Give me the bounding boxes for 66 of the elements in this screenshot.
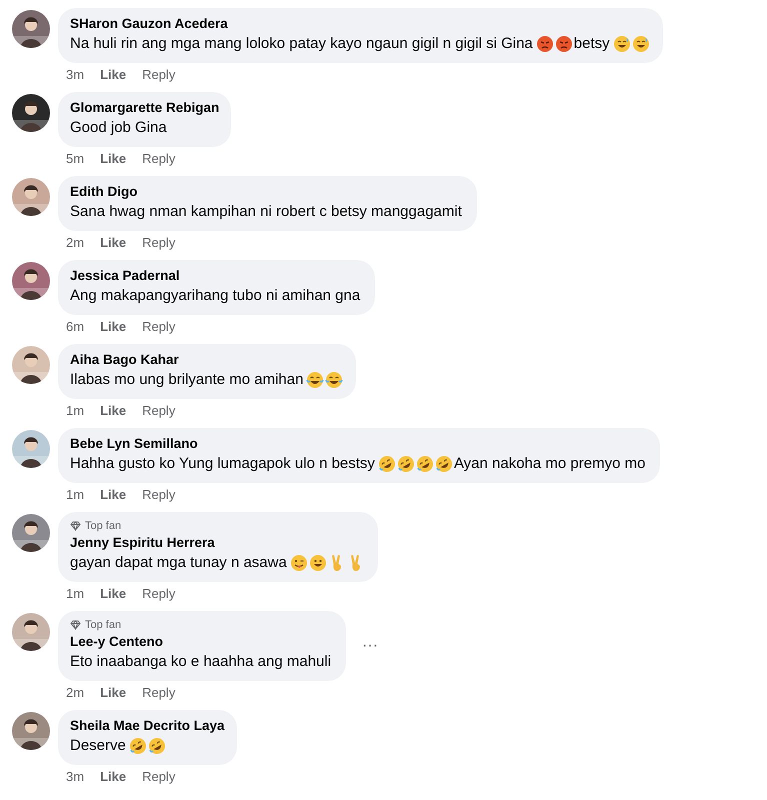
author-name[interactable]: SHaron Gauzon Acedera xyxy=(70,16,651,31)
comment-time: 3m xyxy=(66,769,84,784)
reply-link[interactable]: Reply xyxy=(142,235,176,250)
reply-link[interactable]: Reply xyxy=(142,487,176,502)
angry-face-icon xyxy=(554,35,573,53)
like-link[interactable]: Like xyxy=(100,403,126,418)
reply-link[interactable]: Reply xyxy=(142,685,176,700)
laughing-crying-icon xyxy=(325,371,344,389)
like-link[interactable]: Like xyxy=(100,769,126,784)
rolling-laughing-icon xyxy=(434,455,453,473)
comment-text: Ayan nakoha mo premyo mo xyxy=(454,454,646,474)
like-link[interactable]: Like xyxy=(100,235,126,250)
sweat-smile-icon xyxy=(612,35,631,53)
diamond-icon xyxy=(70,521,81,531)
comment-text: Hahha gusto ko Yung lumagapok ulo n bestsy xyxy=(70,454,375,474)
laughing-crying-icon xyxy=(306,371,324,389)
rolling-laughing-icon xyxy=(378,455,396,473)
comment-text: Ang makapangyarihang tubo ni amihan gna xyxy=(70,286,360,306)
top-fan-label: Top fan xyxy=(85,619,122,631)
like-link[interactable]: Like xyxy=(100,487,126,502)
comment-time: 1m xyxy=(66,586,84,601)
angry-face-icon xyxy=(536,35,554,53)
author-name[interactable]: Edith Digo xyxy=(70,184,465,199)
comment-text: Eto inaabanga ko e haahha ang mahuli xyxy=(70,652,332,672)
comment-text: Good job Gina xyxy=(70,118,167,138)
like-link[interactable]: Like xyxy=(100,685,126,700)
comment-time: 2m xyxy=(66,685,84,700)
author-name[interactable]: Glomargarette Rebigan xyxy=(70,100,220,115)
author-name[interactable]: Lee-y Centeno xyxy=(70,634,334,649)
author-name[interactable]: Jenny Espiritu Herrera xyxy=(70,535,366,550)
more-button[interactable]: ··· xyxy=(358,637,382,655)
rolling-laughing-icon xyxy=(148,737,166,755)
grinning-face-icon xyxy=(308,554,327,572)
like-link[interactable]: Like xyxy=(100,67,126,82)
reply-link[interactable]: Reply xyxy=(142,151,176,166)
like-link[interactable]: Like xyxy=(100,151,126,166)
comment-text: Sana hwag nman kampihan ni robert c betsy manggagamit xyxy=(70,202,462,222)
rolling-laughing-icon xyxy=(396,455,415,473)
sweat-smile-icon xyxy=(632,35,650,53)
comment-text: Deserve xyxy=(70,736,126,756)
comment-text: gayan dapat mga tunay n asawa xyxy=(70,553,287,573)
reply-link[interactable]: Reply xyxy=(142,769,176,784)
comment-text: Ilabas mo ung brilyante mo amihan xyxy=(70,370,304,390)
winking-tongue-icon xyxy=(290,554,308,572)
reply-link[interactable]: Reply xyxy=(142,67,176,82)
reply-link[interactable]: Reply xyxy=(142,319,176,334)
like-link[interactable]: Like xyxy=(100,319,126,334)
comment-time: 2m xyxy=(66,235,84,250)
comment-text: betsy xyxy=(574,34,610,54)
comment-time: 6m xyxy=(66,319,84,334)
rolling-laughing-icon xyxy=(416,455,434,473)
author-name[interactable]: Bebe Lyn Semillano xyxy=(70,436,648,451)
like-link[interactable]: Like xyxy=(100,586,126,601)
top-fan-label: Top fan xyxy=(85,520,122,532)
reply-link[interactable]: Reply xyxy=(142,403,176,418)
comment-time: 3m xyxy=(66,67,84,82)
author-name[interactable]: Aiha Bago Kahar xyxy=(70,352,344,367)
comment-time: 1m xyxy=(66,403,84,418)
rolling-laughing-icon xyxy=(128,737,147,755)
comment-time: 5m xyxy=(66,151,84,166)
diamond-icon xyxy=(70,620,81,630)
author-name[interactable]: Sheila Mae Decrito Laya xyxy=(70,718,225,733)
author-name[interactable]: Jessica Padernal xyxy=(70,268,364,283)
comment-text: Na huli rin ang mga mang loloko patay kayo ngaun gigil n gigil si Gina xyxy=(70,34,533,54)
comment-time: 1m xyxy=(66,487,84,502)
reply-link[interactable]: Reply xyxy=(142,586,176,601)
